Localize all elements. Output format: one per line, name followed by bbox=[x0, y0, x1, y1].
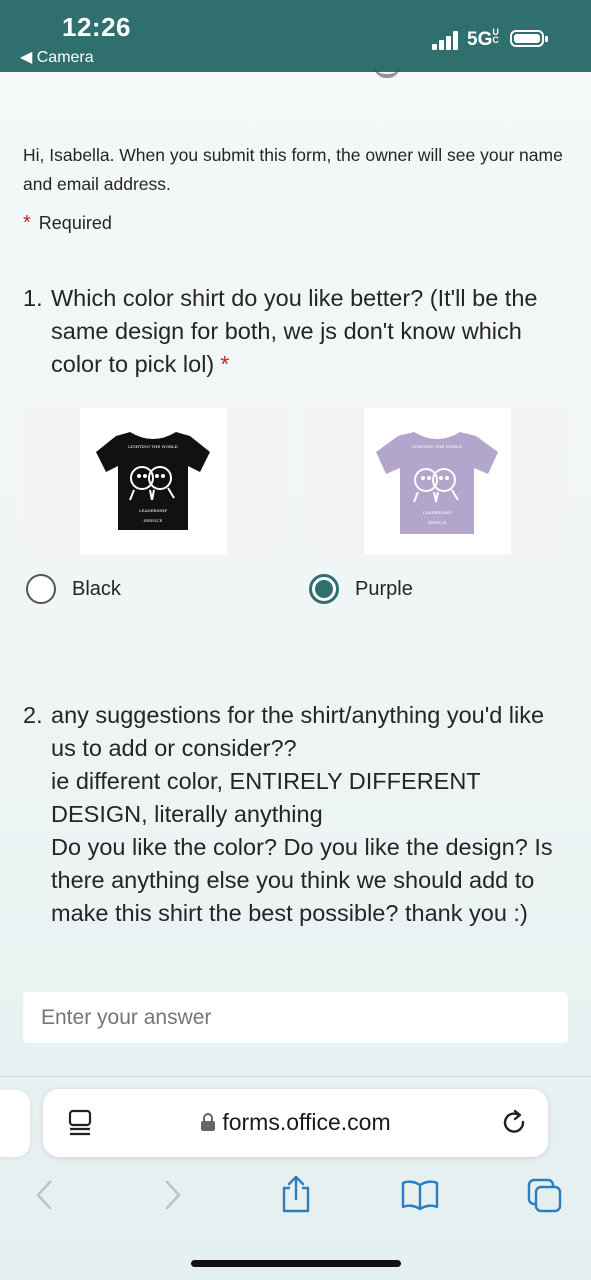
radio-black[interactable] bbox=[26, 574, 56, 604]
address-bar[interactable]: forms.office.com bbox=[43, 1089, 548, 1157]
svg-text:LEADERSHIP: LEADERSHIP bbox=[139, 508, 167, 513]
answer-input[interactable] bbox=[23, 992, 568, 1043]
black-shirt-image: LIGHTING THE WORLD LEADERSHIP SERVICE bbox=[96, 432, 210, 530]
status-time: 12:26 bbox=[62, 12, 131, 42]
reload-icon[interactable] bbox=[501, 1109, 529, 1137]
back-icon[interactable] bbox=[33, 1179, 55, 1211]
signal-icon bbox=[432, 30, 464, 50]
bookmarks-icon[interactable] bbox=[400, 1179, 440, 1211]
question-text: any suggestions for the shirt/anything y… bbox=[51, 699, 568, 930]
question-line: any suggestions for the shirt/anything y… bbox=[51, 702, 545, 761]
question-1: 1. Which color shirt do you like better?… bbox=[23, 282, 568, 381]
question-text: Which color shirt do you like better? (I… bbox=[51, 285, 538, 377]
option-image-black: LIGHTING THE WORLD LEADERSHIP SERVICE bbox=[23, 408, 285, 554]
network-sup: UC bbox=[492, 27, 499, 45]
question-line: Do you like the color? Do you like the d… bbox=[51, 834, 553, 926]
chrome-divider bbox=[0, 1076, 591, 1077]
svg-text:SERVICE: SERVICE bbox=[144, 518, 163, 523]
form-intro: Hi, Isabella. When you submit this form,… bbox=[23, 145, 563, 194]
battery-icon bbox=[510, 30, 548, 47]
question-line: ie different color, ENTIRELY DIFFERENT D… bbox=[51, 768, 481, 827]
forward-icon[interactable] bbox=[162, 1179, 184, 1211]
question-number: 2. bbox=[23, 702, 43, 728]
radio-purple[interactable] bbox=[309, 574, 339, 604]
svg-text:LEADERSHIP: LEADERSHIP bbox=[423, 510, 451, 515]
option-image-purple: LIGHTING THE WORLD LEADERSHIP SERVICE bbox=[307, 408, 568, 554]
question-2: 2. any suggestions for the shirt/anythin… bbox=[23, 699, 568, 930]
svg-text:LIGHTING THE WORLD: LIGHTING THE WORLD bbox=[412, 444, 462, 449]
svg-text:SERVICE: SERVICE bbox=[428, 520, 447, 525]
status-bar: 12:26 ◀ Camera 5GUC bbox=[0, 0, 591, 72]
required-note: * Required bbox=[23, 212, 112, 234]
share-icon[interactable] bbox=[280, 1174, 312, 1214]
required-star-icon: * bbox=[23, 212, 31, 234]
title-remnant bbox=[374, 62, 400, 78]
option-label: Purple bbox=[355, 577, 413, 600]
required-star-icon: * bbox=[220, 351, 230, 377]
option-label: Black bbox=[72, 577, 121, 600]
question-number: 1. bbox=[23, 285, 43, 311]
url-display[interactable]: forms.office.com bbox=[43, 1109, 548, 1136]
previous-tab-preview[interactable] bbox=[0, 1090, 30, 1157]
svg-text:LIGHTING THE WORLD: LIGHTING THE WORLD bbox=[128, 444, 178, 449]
url-text: forms.office.com bbox=[222, 1109, 391, 1135]
option-black[interactable]: Black bbox=[26, 570, 121, 608]
lock-icon bbox=[201, 1113, 216, 1131]
back-to-camera-link[interactable]: ◀ Camera bbox=[20, 47, 94, 67]
home-indicator[interactable] bbox=[191, 1260, 401, 1267]
purple-shirt-image: LIGHTING THE WORLD LEADERSHIP SERVICE bbox=[376, 432, 498, 534]
network-label: 5GUC bbox=[467, 28, 501, 51]
tabs-icon[interactable] bbox=[526, 1177, 564, 1213]
option-purple[interactable]: Purple bbox=[309, 570, 413, 608]
